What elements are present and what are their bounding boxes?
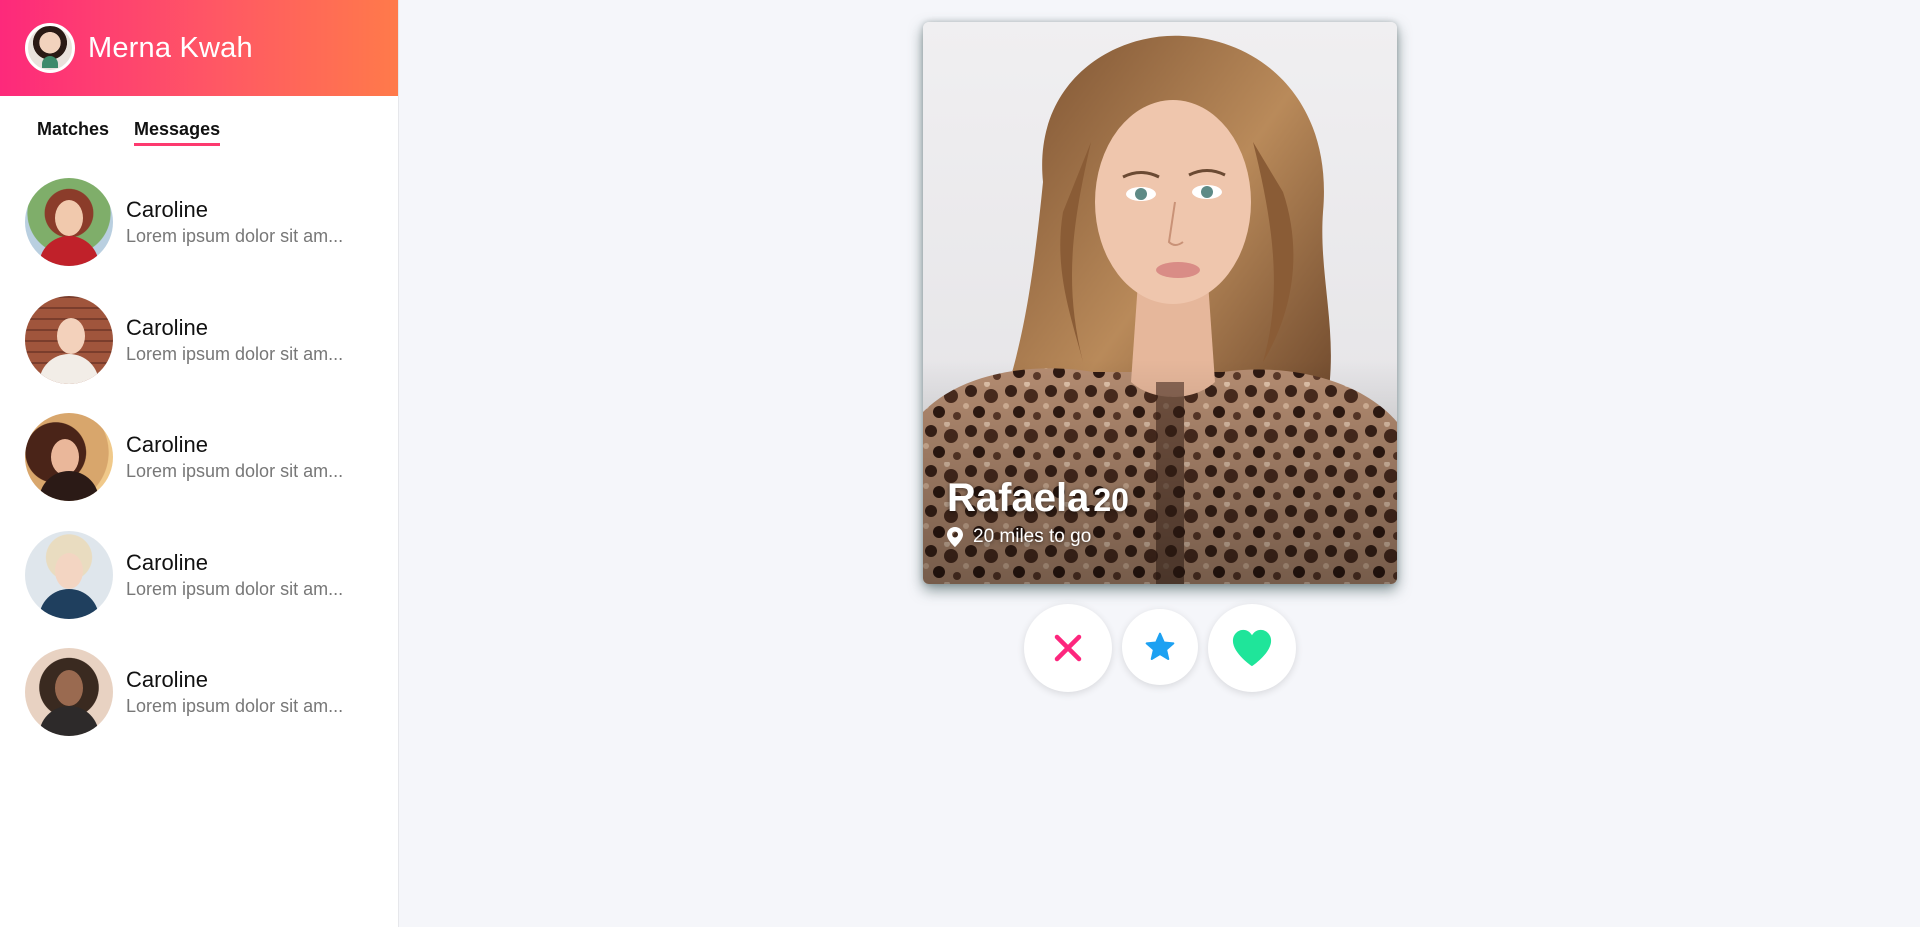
- profile-info: Rafaela 20 20 miles to go: [947, 476, 1129, 548]
- tab-bar: Matches Messages: [0, 96, 398, 146]
- message-item[interactable]: Caroline Lorem ipsum dolor sit am...: [25, 531, 375, 619]
- avatar-face: [51, 439, 79, 475]
- message-text: Caroline Lorem ipsum dolor sit am...: [126, 197, 343, 248]
- message-text: Caroline Lorem ipsum dolor sit am...: [126, 667, 343, 718]
- message-preview: Lorem ipsum dolor sit am...: [126, 578, 344, 599]
- message-item[interactable]: Caroline Lorem ipsum dolor sit am...: [25, 296, 375, 384]
- avatar: [25, 648, 113, 736]
- distance-text: 20 miles to go: [973, 526, 1092, 547]
- avatar-face: [57, 318, 85, 354]
- message-sender: Caroline: [126, 314, 208, 340]
- heart-icon: [1232, 629, 1272, 667]
- tab-matches[interactable]: Matches: [37, 119, 109, 146]
- avatar-shoulders: [39, 471, 99, 501]
- avatar: [25, 178, 113, 266]
- app: Merna Kwah Matches Messages Caroline Lor…: [0, 0, 1920, 927]
- location-pin-icon: [947, 527, 963, 547]
- message-sender: Caroline: [126, 196, 208, 222]
- user-name[interactable]: Merna Kwah: [88, 32, 253, 65]
- like-button[interactable]: [1208, 604, 1296, 692]
- avatar-shoulders: [39, 589, 99, 619]
- message-item[interactable]: Caroline Lorem ipsum dolor sit am...: [25, 413, 375, 501]
- message-preview: Lorem ipsum dolor sit am...: [126, 695, 344, 716]
- sidebar-header: Merna Kwah: [0, 0, 398, 96]
- avatar-face: [55, 200, 83, 236]
- avatar-face: [55, 553, 83, 589]
- message-preview: Lorem ipsum dolor sit am...: [126, 343, 344, 364]
- message-text: Caroline Lorem ipsum dolor sit am...: [126, 550, 343, 601]
- avatar-shoulders: [39, 354, 99, 384]
- profile-card[interactable]: Rafaela 20 20 miles to go: [923, 22, 1397, 584]
- tab-messages[interactable]: Messages: [134, 119, 221, 146]
- message-preview: Lorem ipsum dolor sit am...: [126, 460, 344, 481]
- message-preview: Lorem ipsum dolor sit am...: [126, 225, 344, 246]
- profile-name: Rafaela: [947, 476, 1090, 520]
- profile-age: 20: [1093, 482, 1129, 518]
- message-text: Caroline Lorem ipsum dolor sit am...: [126, 315, 343, 366]
- avatar: [25, 531, 113, 619]
- avatar-face: [55, 670, 83, 706]
- avatar-shoulders: [39, 236, 99, 266]
- profile-distance: 20 miles to go: [947, 526, 1129, 548]
- sidebar: Merna Kwah Matches Messages Caroline Lor…: [0, 0, 399, 927]
- close-icon: [1054, 634, 1082, 662]
- avatar: [25, 413, 113, 501]
- message-sender: Caroline: [126, 666, 208, 692]
- message-item[interactable]: Caroline Lorem ipsum dolor sit am...: [25, 648, 375, 736]
- superlike-button[interactable]: [1122, 609, 1198, 685]
- user-avatar[interactable]: [25, 23, 75, 73]
- message-text: Caroline Lorem ipsum dolor sit am...: [126, 432, 343, 483]
- message-sender: Caroline: [126, 431, 208, 457]
- nope-button[interactable]: [1024, 604, 1112, 692]
- avatar: [25, 296, 113, 384]
- message-sender: Caroline: [126, 549, 208, 575]
- message-item[interactable]: Caroline Lorem ipsum dolor sit am...: [25, 178, 375, 266]
- star-icon: [1145, 632, 1175, 660]
- avatar-shoulders: [39, 706, 99, 736]
